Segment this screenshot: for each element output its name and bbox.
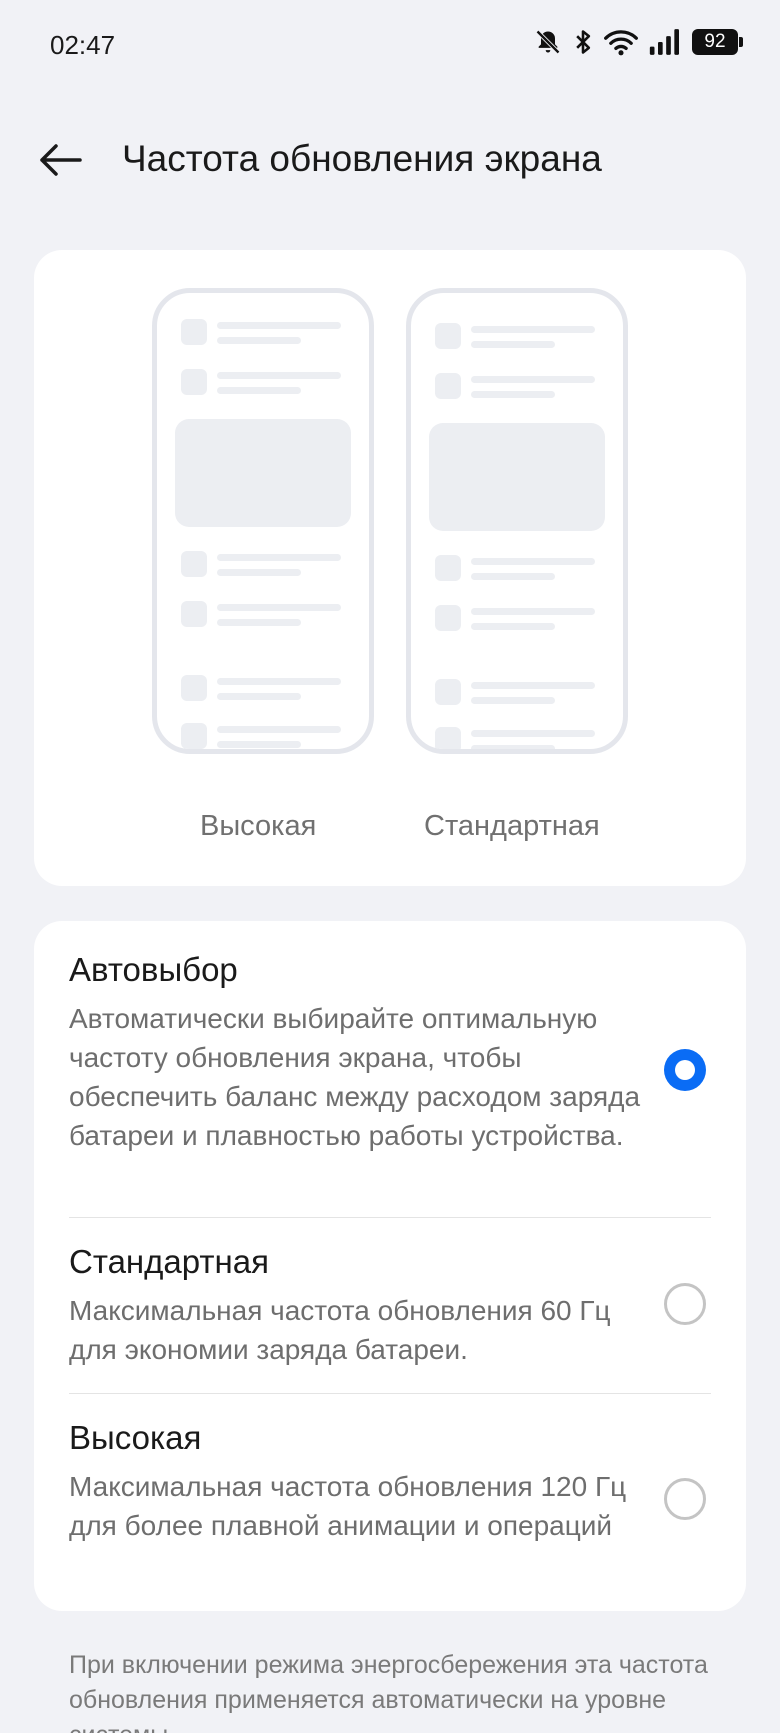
preview-card: Высокая Стандартная — [34, 250, 746, 886]
option-auto-radio[interactable] — [664, 1049, 706, 1091]
signal-icon — [648, 28, 682, 56]
option-auto-title: Автовыбор — [69, 951, 238, 988]
option-standard-radio[interactable] — [664, 1283, 706, 1325]
header: Частота обновления экрана — [0, 120, 780, 200]
bluetooth-icon — [572, 28, 594, 56]
status-bar: 02:47 92 — [0, 0, 780, 90]
option-auto[interactable]: Автовыбор Автоматически выбирайте оптима… — [69, 951, 711, 1155]
option-standard[interactable]: Стандартная Максимальная частота обновле… — [69, 1243, 711, 1369]
option-standard-title: Стандартная — [69, 1243, 269, 1280]
page-title: Частота обновления экрана — [122, 138, 602, 179]
preview-label-high: Высокая — [200, 810, 317, 842]
status-time: 02:47 — [50, 30, 116, 60]
option-high-radio[interactable] — [664, 1478, 706, 1520]
power-saving-footnote: При включении режима энергосбережения эт… — [69, 1651, 708, 1733]
preview-label-standard: Стандартная — [424, 810, 600, 842]
refresh-rate-options: Автовыбор Автоматически выбирайте оптима… — [34, 921, 746, 1611]
option-high[interactable]: Высокая Максимальная частота обновления … — [69, 1419, 711, 1545]
bell-off-icon — [534, 28, 562, 56]
status-icons: 92 — [534, 28, 743, 56]
wifi-icon — [604, 28, 638, 56]
divider — [69, 1217, 711, 1218]
phone-preview-standard — [406, 288, 628, 754]
battery-icon: 92 — [692, 29, 743, 55]
option-high-description: Максимальная частота обновления 120 Гц д… — [69, 1471, 627, 1541]
phone-preview-high — [152, 288, 374, 754]
option-high-title: Высокая — [69, 1419, 202, 1456]
divider — [69, 1393, 711, 1394]
option-standard-description: Максимальная частота обновления 60 Гц дл… — [69, 1295, 611, 1365]
option-auto-description: Автоматически выбирайте оптимальную част… — [69, 1003, 641, 1151]
back-arrow-icon[interactable] — [36, 138, 86, 182]
